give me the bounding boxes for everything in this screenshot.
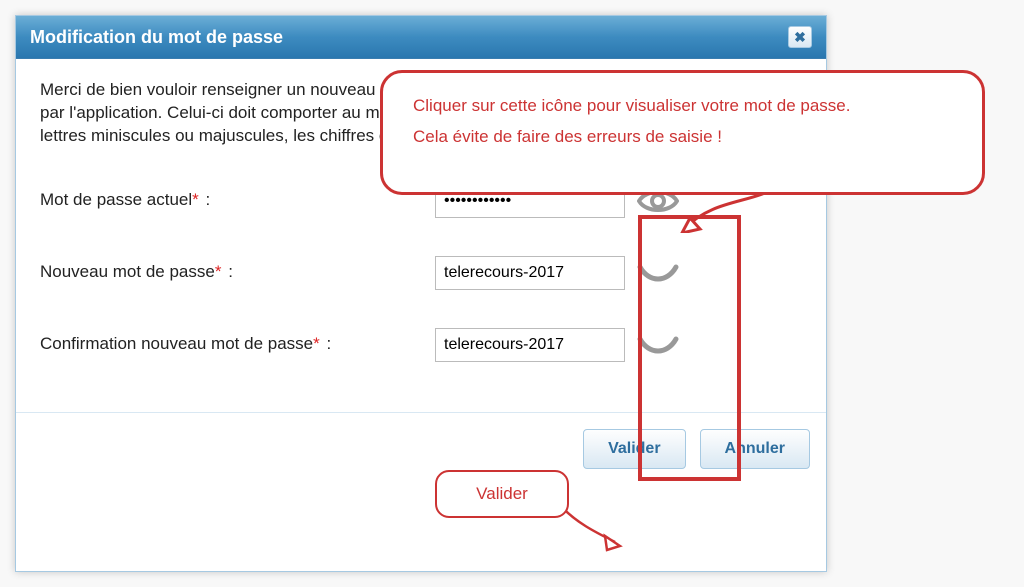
required-marker: * bbox=[192, 190, 199, 209]
dialog-title: Modification du mot de passe bbox=[30, 27, 283, 48]
required-marker: * bbox=[313, 334, 320, 353]
validate-tooltip-callout: Valider bbox=[435, 470, 569, 518]
eye-tooltip-callout: Cliquer sur cette icône pour visualiser … bbox=[380, 70, 985, 195]
current-password-label: Mot de passe actuel* : bbox=[40, 189, 435, 212]
new-password-input[interactable] bbox=[435, 256, 625, 290]
close-button[interactable]: ✖ bbox=[788, 26, 812, 48]
close-icon: ✖ bbox=[794, 29, 806, 46]
eye-icons-highlight-box bbox=[638, 215, 741, 481]
validate-tooltip-text: Valider bbox=[476, 484, 528, 504]
eye-tooltip-line1: Cliquer sur cette icône pour visualiser … bbox=[413, 91, 962, 122]
dialog-titlebar: Modification du mot de passe ✖ bbox=[16, 16, 826, 59]
confirm-password-label: Confirmation nouveau mot de passe* : bbox=[40, 333, 435, 356]
new-password-label: Nouveau mot de passe* : bbox=[40, 261, 435, 284]
callout-pointer-icon bbox=[680, 193, 770, 233]
confirm-password-input[interactable] bbox=[435, 328, 625, 362]
required-marker: * bbox=[215, 262, 222, 281]
eye-tooltip-line2: Cela évite de faire des erreurs de saisi… bbox=[413, 122, 962, 153]
